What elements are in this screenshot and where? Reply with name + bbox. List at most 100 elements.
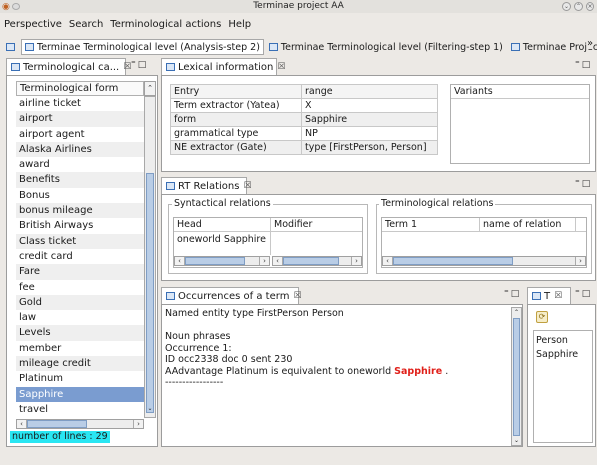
title-bar: ◉ Terminae project AA ⌄ ⌃ ×: [0, 0, 597, 13]
scroll-right-button[interactable]: ›: [133, 420, 143, 428]
terms-list-header[interactable]: Terminological form: [16, 81, 144, 96]
list-item[interactable]: Person: [536, 334, 590, 348]
scrollbar-thumb[interactable]: [146, 173, 154, 413]
scroll-left-button[interactable]: ‹: [383, 257, 393, 265]
menu-perspective[interactable]: Perspective: [4, 19, 62, 30]
scrollbar-thumb[interactable]: [283, 257, 339, 265]
variants-header[interactable]: Variants: [451, 85, 589, 99]
view-icon: [166, 63, 175, 71]
terms-view-tab[interactable]: Terminological ca... ☒: [6, 58, 131, 75]
terms-view-minmax-buttons[interactable]: ⁼□: [131, 60, 148, 70]
menu-search[interactable]: Search: [69, 19, 103, 30]
close-icon[interactable]: ☒: [277, 62, 285, 72]
occurrences-vertical-scrollbar[interactable]: ⌃ ⌄: [511, 307, 522, 446]
column-header[interactable]: Modifier: [271, 218, 362, 232]
tab-analysis-step-2[interactable]: Terminae Terminological level (Analysis-…: [21, 39, 264, 55]
tab-list-icon[interactable]: [6, 43, 15, 51]
scroll-left-button[interactable]: ‹: [175, 257, 185, 265]
table-cell[interactable]: oneworld Sapphire: [174, 232, 271, 255]
terms-horizontal-scrollbar[interactable]: ‹ ›: [16, 419, 144, 429]
head-horizontal-scrollbar[interactable]: ‹ ›: [174, 256, 270, 266]
scroll-down-button[interactable]: ⌄: [512, 436, 521, 445]
list-item[interactable]: Platinum: [16, 371, 144, 386]
refresh-icon[interactable]: ⟳: [536, 311, 548, 323]
close-icon[interactable]: ☒: [243, 181, 251, 191]
minimize-button[interactable]: ⌄: [562, 2, 571, 11]
types-view-minmax-buttons[interactable]: ⁼□: [575, 289, 592, 299]
list-item[interactable]: airline ticket: [16, 96, 144, 111]
list-item[interactable]: Levels: [16, 325, 144, 341]
list-item[interactable]: airport agent: [16, 127, 144, 142]
list-item-selected[interactable]: Sapphire: [16, 386, 144, 402]
modifier-horizontal-scrollbar[interactable]: ‹ ›: [272, 256, 362, 266]
variants-box[interactable]: Variants: [450, 84, 590, 164]
scroll-down-button[interactable]: ⌄: [146, 405, 154, 413]
scroll-left-button[interactable]: ‹: [17, 420, 27, 428]
list-item[interactable]: Class ticket: [16, 233, 144, 249]
menu-terminological-actions[interactable]: Terminological actions: [110, 19, 221, 30]
close-icon[interactable]: ☒: [554, 291, 562, 301]
maximize-button[interactable]: ⌃: [574, 2, 583, 11]
list-item[interactable]: award: [16, 157, 144, 172]
list-item[interactable]: mileage credit: [16, 356, 144, 372]
terms-vertical-scrollbar[interactable]: ⌄: [144, 96, 156, 418]
close-window-button[interactable]: ×: [586, 2, 594, 11]
types-view-tab-label: T: [544, 290, 551, 302]
list-item[interactable]: law: [16, 310, 144, 325]
relations-view-minmax-buttons[interactable]: ⁼□: [575, 179, 592, 189]
list-item[interactable]: Fare: [16, 264, 144, 280]
column-header[interactable]: name of relation: [480, 218, 576, 232]
scroll-up-button[interactable]: ⌃: [144, 81, 156, 96]
close-icon[interactable]: ☒: [293, 291, 301, 301]
column-header[interactable]: Head: [174, 218, 271, 232]
lexical-view-minmax-buttons[interactable]: ⁼□: [575, 60, 592, 70]
line-count-label: number of lines : 29: [10, 431, 110, 443]
list-item[interactable]: bonus mileage: [16, 203, 144, 219]
occurrences-view-tab[interactable]: Occurrences of a term ☒: [161, 287, 302, 304]
table-cell[interactable]: [271, 232, 272, 255]
types-view-tab[interactable]: T ☒: [527, 287, 571, 304]
relations-view-tab[interactable]: RT Relations ☒: [161, 177, 252, 194]
menu-bar: Perspective Search Terminological action…: [0, 13, 597, 36]
list-item[interactable]: Benefits: [16, 172, 144, 188]
occurrences-view-minmax-buttons[interactable]: ⁼□: [504, 289, 521, 299]
column-header[interactable]: range: [301, 84, 438, 99]
scrollbar-thumb[interactable]: [27, 420, 87, 428]
list-item[interactable]: Sapphire: [536, 348, 590, 362]
view-icon: [532, 292, 541, 300]
list-item[interactable]: airport: [16, 111, 144, 127]
menu-help[interactable]: Help: [228, 19, 251, 30]
terminological-horizontal-scrollbar[interactable]: ‹ ›: [382, 256, 586, 266]
list-item[interactable]: Alaska Airlines: [16, 141, 144, 158]
occurrences-text-area[interactable]: Named entity type FirstPerson Person Nou…: [163, 306, 510, 445]
table-row[interactable]: Term extractor (Yatea) X: [170, 98, 438, 113]
scroll-right-button[interactable]: ›: [351, 257, 361, 265]
scrollbar-thumb[interactable]: [393, 257, 513, 265]
scroll-right-button[interactable]: ›: [575, 257, 585, 265]
scrollbar-thumb[interactable]: [185, 257, 245, 265]
lexical-table: Entry range Term extractor (Yatea) X for…: [170, 84, 438, 155]
list-item[interactable]: member: [16, 341, 144, 356]
table-header-row: Entry range: [170, 84, 438, 99]
list-item[interactable]: Gold: [16, 294, 144, 311]
scroll-left-button[interactable]: ‹: [273, 257, 283, 265]
table-row[interactable]: form Sapphire: [170, 112, 438, 127]
list-item[interactable]: credit card: [16, 249, 144, 264]
column-header[interactable]: Term 1: [382, 218, 480, 232]
scrollbar-thumb[interactable]: [513, 318, 520, 436]
table-row[interactable]: grammatical type NP: [170, 126, 438, 141]
tabs-overflow-button[interactable]: »: [587, 38, 594, 49]
scroll-right-button[interactable]: ›: [259, 257, 269, 265]
column-header[interactable]: Entry: [170, 84, 302, 99]
column-header[interactable]: [576, 218, 586, 232]
list-item[interactable]: Bonus: [16, 188, 144, 203]
lexical-view-tab[interactable]: Lexical information ☒: [161, 58, 285, 75]
sentence-text: AAdvantage Platinum is equivalent to one…: [165, 365, 395, 377]
tab-project-perspective[interactable]: Terminae Project perp: [508, 39, 597, 55]
table-row[interactable]: NE extractor (Gate) type [FirstPerson, P…: [170, 140, 438, 155]
list-item[interactable]: travel: [16, 402, 144, 417]
list-item[interactable]: fee: [16, 280, 144, 295]
list-item[interactable]: British Airways: [16, 218, 144, 233]
tab-filtering-step-1[interactable]: Terminae Terminological level (Filtering…: [266, 39, 506, 55]
scroll-up-button[interactable]: ⌃: [512, 308, 521, 318]
